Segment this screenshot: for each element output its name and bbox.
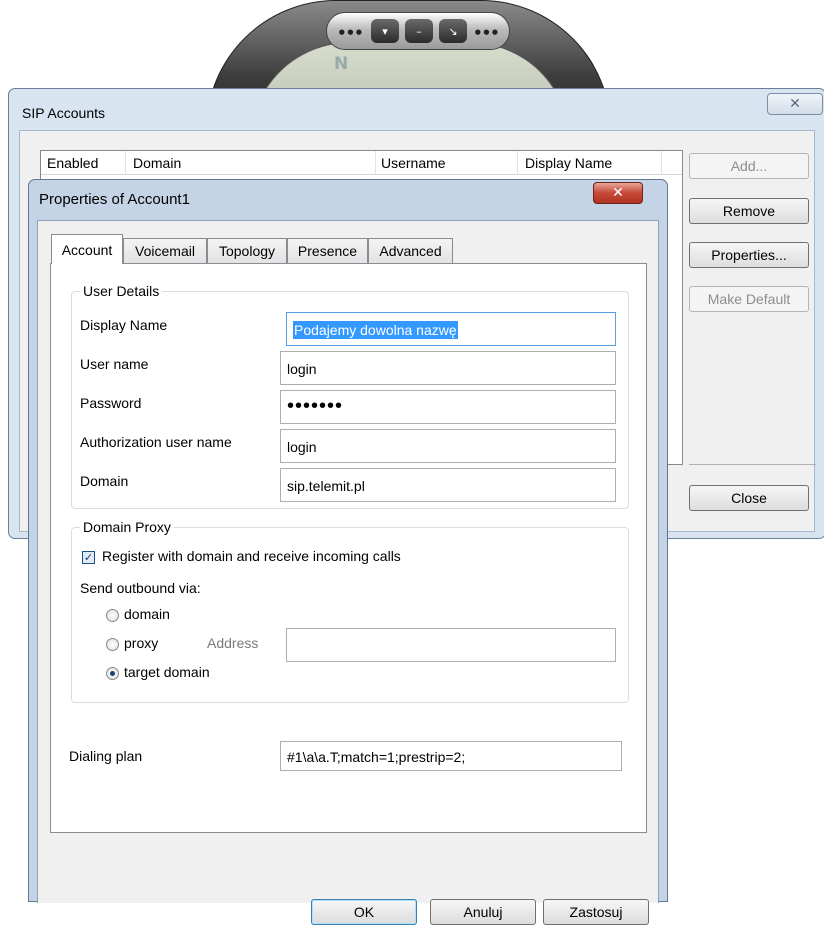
register-checkbox[interactable]: ✓ (82, 551, 95, 564)
user-details-legend: User Details (80, 283, 163, 299)
column-display-name[interactable]: Display Name (525, 155, 612, 171)
user-name-field[interactable]: login (280, 351, 616, 385)
password-field[interactable]: ••••••• (280, 390, 616, 424)
radio-target-domain[interactable] (106, 667, 119, 680)
column-username[interactable]: Username (381, 155, 446, 171)
account-tab-panel: User Details Display Name Podajemy dowol… (50, 263, 647, 833)
dialing-plan-label: Dialing plan (69, 748, 143, 764)
properties-client: Account Voicemail Topology Presence Adva… (37, 220, 659, 925)
cancel-button[interactable]: Anuluj (430, 899, 536, 925)
tab-topology[interactable]: Topology (207, 238, 287, 263)
column-domain[interactable]: Domain (133, 155, 181, 171)
password-label: Password (80, 395, 142, 411)
send-outbound-label: Send outbound via: (80, 580, 201, 596)
properties-close-button[interactable]: ✕ (593, 182, 643, 204)
column-divider (661, 151, 662, 175)
account-properties-button[interactable]: Properties... (689, 242, 809, 268)
proxy-address-label: Address (207, 635, 259, 651)
softphone-logo-icon: N (334, 54, 349, 74)
display-name-field[interactable]: Podajemy dowolna nazwę (286, 312, 616, 346)
tab-presence[interactable]: Presence (287, 238, 368, 263)
sip-accounts-title: SIP Accounts (22, 105, 106, 121)
ok-button[interactable]: OK (311, 899, 417, 925)
column-divider (375, 151, 376, 175)
column-divider (125, 151, 126, 175)
dialing-plan-field[interactable]: #1\a\a.T;match=1;prestrip=2; (280, 741, 622, 771)
softphone-control-bar: ••• ▾ – ↘ ••• (326, 12, 510, 50)
apply-button[interactable]: Zastosuj (543, 899, 649, 925)
button-separator (689, 464, 816, 465)
remove-account-button[interactable]: Remove (689, 198, 809, 224)
register-checkbox-label: Register with domain and receive incomin… (102, 548, 401, 564)
tab-account[interactable]: Account (51, 234, 123, 264)
domain-label: Domain (80, 473, 129, 489)
radio-target-domain-label: target domain (124, 664, 210, 680)
radio-domain-label: domain (124, 606, 170, 622)
display-name-value: Podajemy dowolna nazwę (293, 321, 458, 339)
softphone-minimize-button[interactable]: – (405, 19, 433, 43)
softphone-menu-button[interactable]: ▾ (371, 19, 399, 43)
user-name-label: User name (80, 356, 149, 372)
proxy-address-field[interactable] (286, 628, 616, 662)
properties-dialog: Properties of Account1 ✕ Account Voicema… (28, 179, 668, 925)
softphone-dock-button[interactable]: ↘ (439, 19, 467, 43)
softphone-dots-left: ••• (337, 24, 364, 42)
authorization-user-field[interactable]: login (280, 429, 616, 463)
softphone-dots-right: ••• (473, 24, 500, 42)
sip-accounts-close-button[interactable]: ✕ (767, 93, 823, 115)
column-divider (517, 151, 518, 175)
radio-proxy-label: proxy (124, 635, 159, 651)
tab-advanced[interactable]: Advanced (368, 238, 453, 263)
radio-proxy[interactable] (106, 638, 119, 651)
display-name-label: Display Name (80, 317, 168, 333)
close-button[interactable]: Close (689, 485, 809, 511)
add-account-button[interactable]: Add... (689, 153, 809, 179)
radio-domain[interactable] (106, 609, 119, 622)
domain-proxy-legend: Domain Proxy (80, 519, 174, 535)
accounts-list-header: Enabled Domain Username Display Name (41, 151, 682, 175)
make-default-button[interactable]: Make Default (689, 286, 809, 312)
domain-field[interactable]: sip.telemit.pl (280, 468, 616, 502)
column-enabled[interactable]: Enabled (47, 155, 98, 171)
properties-dialog-title: Properties of Account1 (39, 191, 190, 208)
authorization-user-label: Authorization user name (80, 434, 232, 450)
tab-voicemail[interactable]: Voicemail (123, 238, 207, 263)
